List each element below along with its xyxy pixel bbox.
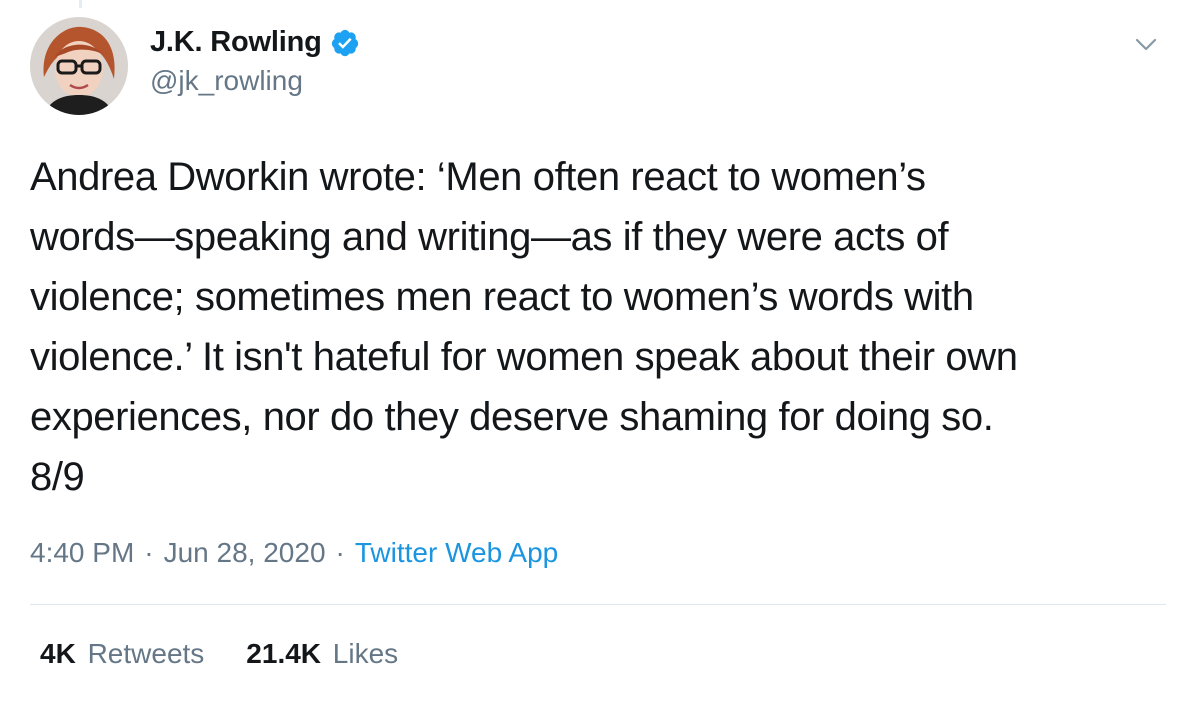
retweets-count: 4K (40, 638, 76, 669)
avatar-portrait-icon (30, 17, 128, 115)
author-handle[interactable]: @jk_rowling (150, 65, 360, 97)
meta-separator: · (144, 537, 154, 568)
avatar[interactable] (30, 17, 128, 115)
thread-connector-line (79, 0, 82, 8)
likes-count: 21.4K (246, 638, 322, 669)
retweets-label: Retweets (87, 638, 205, 669)
verified-badge-icon (331, 29, 358, 56)
tweet-metadata: 4:40 PM · Jun 28, 2020 · Twitter Web App (30, 537, 558, 569)
divider (30, 604, 1166, 605)
tweet-card: J.K. Rowling @jk_rowling Andrea Dworkin … (0, 0, 1194, 702)
meta-separator: · (335, 537, 345, 568)
chevron-down-icon[interactable] (1132, 30, 1160, 58)
tweet-date[interactable]: Jun 28, 2020 (164, 537, 326, 569)
tweet-stats: 4K Retweets 21.4K Likes (40, 638, 398, 670)
author-display-name[interactable]: J.K. Rowling (150, 26, 322, 59)
tweet-time[interactable]: 4:40 PM (30, 537, 134, 569)
tweet-text: Andrea Dworkin wrote: ‘Men often react t… (30, 155, 1018, 499)
likes-label: Likes (332, 638, 399, 669)
tweet-source-link[interactable]: Twitter Web App (355, 537, 558, 569)
likes-stat[interactable]: 21.4K Likes (246, 638, 398, 670)
retweets-stat[interactable]: 4K Retweets (40, 638, 204, 670)
author-info: J.K. Rowling @jk_rowling (150, 26, 360, 97)
